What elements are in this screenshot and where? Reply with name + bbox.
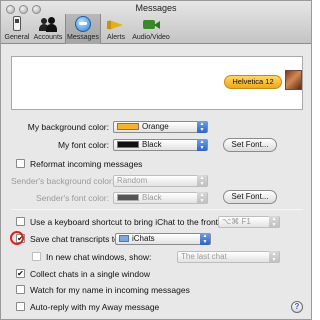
save-transcripts-label: Save chat transcripts to: <box>30 234 122 244</box>
my-font-color-popup[interactable]: Black ▲ ▼ <box>113 139 208 151</box>
tab-general[interactable]: General <box>3 14 31 44</box>
my-font-color-label: My font color: <box>57 140 109 150</box>
watch-name-label: Watch for my name in incoming messages <box>30 285 190 295</box>
accounts-people-icon <box>39 16 57 32</box>
messages-globe-icon <box>74 16 92 32</box>
sender-background-label: Sender's background color: <box>11 176 115 186</box>
red-circle-annotation <box>10 231 24 245</box>
new-windows-checkbox[interactable] <box>32 252 41 261</box>
black-swatch <box>117 194 139 201</box>
sender-font-popup[interactable]: Black ▲ ▼ <box>113 192 208 204</box>
tab-messages[interactable]: Messages <box>65 14 101 44</box>
auto-reply-label: Auto-reply with my Away message <box>30 302 160 312</box>
tab-audio-video[interactable]: Audio/Video <box>131 14 171 44</box>
sender-set-font-button[interactable]: Set Font... <box>223 190 277 204</box>
folder-icon <box>119 235 129 242</box>
popup-arrows-icon: ▲ ▼ <box>197 192 207 204</box>
preview-bubble: Helvetica 12 <box>224 75 282 89</box>
help-button[interactable]: ? <box>291 301 303 313</box>
my-background-color-popup[interactable]: Orange ▲ ▼ <box>113 121 208 133</box>
watch-name-checkbox[interactable] <box>16 285 25 294</box>
chat-preview: Helvetica 12 <box>11 56 303 110</box>
collect-chats-label: Collect chats in a single window <box>30 269 151 279</box>
black-swatch <box>117 141 139 148</box>
popup-arrows-icon: ▲ ▼ <box>197 139 207 151</box>
orange-swatch <box>117 123 139 130</box>
tab-alerts[interactable]: Alerts <box>103 14 129 44</box>
reformat-checkbox[interactable] <box>16 159 25 168</box>
keyboard-shortcut-popup[interactable]: ⌥⌘ F1 ▲ ▼ <box>218 216 280 228</box>
set-font-button[interactable]: Set Font... <box>223 138 277 152</box>
my-background-color-label: My background color: <box>27 122 109 132</box>
popup-arrows-icon: ▲ ▼ <box>269 251 279 263</box>
auto-reply-checkbox[interactable] <box>16 302 25 311</box>
separator <box>11 209 303 210</box>
sender-font-label: Sender's font color: <box>36 193 109 203</box>
save-transcripts-popup[interactable]: iChats ▲ ▼ <box>115 233 211 245</box>
new-windows-popup[interactable]: The last chat ▲ ▼ <box>177 251 280 263</box>
buddy-picture <box>285 70 302 90</box>
popup-arrows-icon: ▲ ▼ <box>197 175 207 187</box>
reformat-label: Reformat incoming messages <box>30 159 143 169</box>
window-title: Messages <box>135 3 177 13</box>
collect-chats-checkbox[interactable] <box>16 269 25 278</box>
title-toolbar: Messages General Accounts Messages Alert… <box>1 1 311 44</box>
preferences-window: Messages General Accounts Messages Alert… <box>0 0 312 320</box>
popup-arrows-icon: ▲ ▼ <box>269 216 279 228</box>
popup-arrows-icon: ▲ ▼ <box>197 121 207 133</box>
sender-background-popup[interactable]: Random ▲ ▼ <box>113 175 208 187</box>
alerts-megaphone-icon <box>107 16 125 32</box>
keyboard-shortcut-checkbox[interactable] <box>16 217 25 226</box>
new-windows-label: In new chat windows, show: <box>46 252 152 262</box>
keyboard-shortcut-label: Use a keyboard shortcut to bring iChat t… <box>30 217 221 227</box>
popup-arrows-icon: ▲ ▼ <box>200 233 210 245</box>
general-switch-icon <box>8 16 26 32</box>
audio-video-camera-icon <box>142 16 160 32</box>
tab-accounts[interactable]: Accounts <box>33 14 63 44</box>
